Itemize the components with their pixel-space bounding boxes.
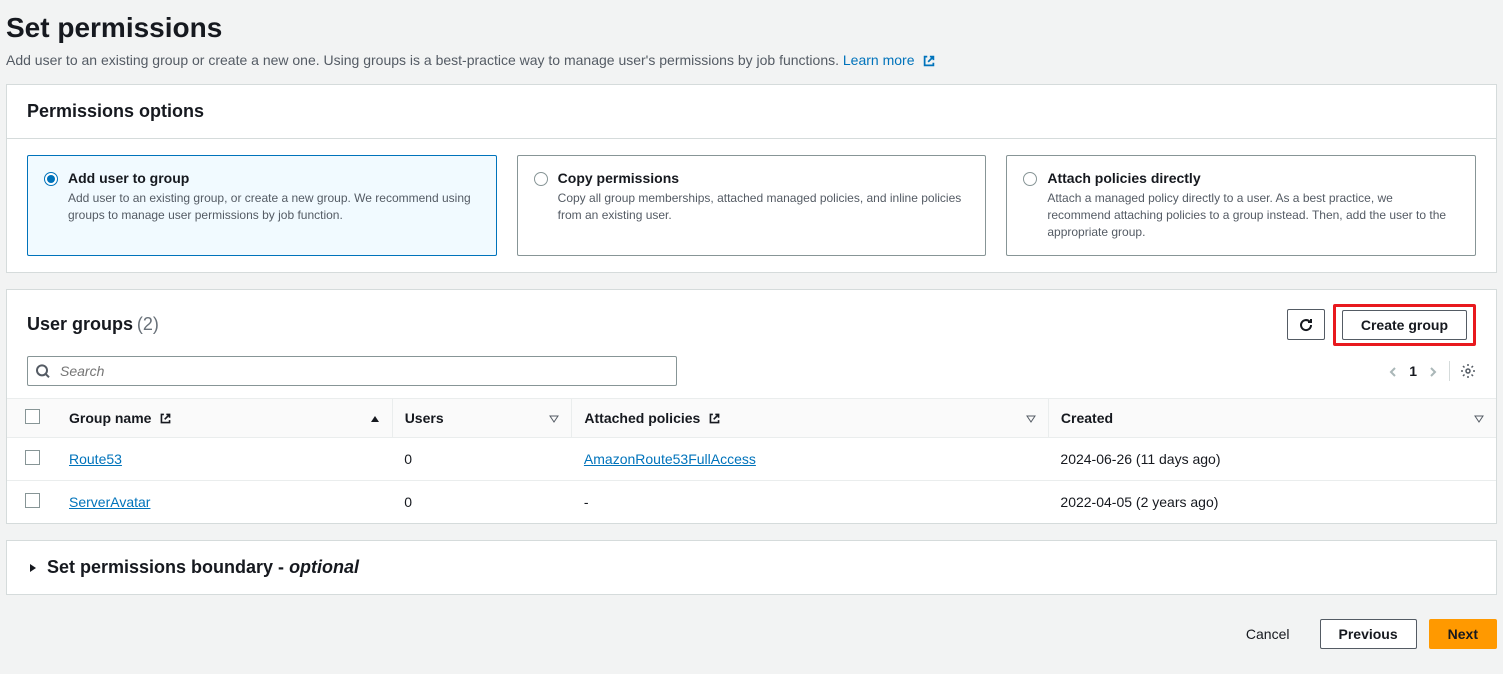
radio-add-user-to-group[interactable]	[44, 172, 58, 186]
col-attached-policies[interactable]: Attached policies	[572, 398, 1049, 437]
cell-created: 2024-06-26 (11 days ago)	[1048, 437, 1496, 480]
permissions-boundary-panel[interactable]: Set permissions boundary - optional	[6, 540, 1497, 595]
page-prev-icon[interactable]	[1387, 363, 1399, 379]
refresh-icon	[1298, 316, 1314, 332]
page-number: 1	[1409, 363, 1417, 379]
group-name-link[interactable]: ServerAvatar	[69, 494, 150, 510]
external-link-icon	[922, 54, 936, 68]
next-button[interactable]: Next	[1429, 619, 1497, 649]
col-label: Attached policies	[584, 410, 700, 426]
previous-button[interactable]: Previous	[1320, 619, 1417, 649]
col-label: Group name	[69, 410, 151, 426]
radio-copy-permissions[interactable]	[534, 172, 548, 186]
expand-icon	[27, 557, 39, 578]
create-group-button[interactable]: Create group	[1342, 310, 1467, 340]
subtitle-text: Add user to an existing group or create …	[6, 52, 839, 68]
col-label: Users	[405, 410, 444, 426]
group-name-link[interactable]: Route53	[69, 451, 122, 467]
col-created[interactable]: Created	[1048, 398, 1496, 437]
search-icon	[35, 362, 51, 379]
refresh-button[interactable]	[1287, 309, 1325, 340]
options-row: Add user to group Add user to an existin…	[27, 155, 1476, 255]
col-users[interactable]: Users	[392, 398, 572, 437]
page-title: Set permissions	[6, 12, 1497, 44]
select-all-checkbox[interactable]	[25, 409, 40, 424]
user-groups-panel: User groups (2) Create group	[6, 289, 1497, 524]
external-link-icon	[708, 412, 721, 425]
page-next-icon[interactable]	[1427, 363, 1439, 379]
radio-attach-policies-directly[interactable]	[1023, 172, 1037, 186]
gear-icon[interactable]	[1460, 362, 1476, 379]
option-add-user-to-group[interactable]: Add user to group Add user to an existin…	[27, 155, 497, 255]
permissions-options-title: Permissions options	[27, 101, 1476, 122]
cell-policies: -	[572, 480, 1049, 523]
user-groups-table: Group name Users	[7, 398, 1496, 523]
filter-icon	[1026, 410, 1036, 426]
external-link-icon	[159, 412, 172, 425]
cancel-button[interactable]: Cancel	[1228, 620, 1308, 648]
user-groups-header: User groups (2) Create group	[7, 290, 1496, 356]
option-title: Add user to group	[68, 170, 480, 186]
row-checkbox[interactable]	[25, 450, 40, 465]
option-desc: Add user to an existing group, or create…	[68, 190, 480, 224]
col-label: Created	[1061, 410, 1113, 426]
filter-icon	[1474, 410, 1484, 426]
sort-asc-icon	[370, 410, 380, 426]
learn-more-link[interactable]: Learn more	[843, 52, 936, 68]
option-title: Attach policies directly	[1047, 170, 1459, 186]
policy-link[interactable]: AmazonRoute53FullAccess	[584, 451, 756, 467]
cell-created: 2022-04-05 (2 years ago)	[1048, 480, 1496, 523]
filter-icon	[549, 410, 559, 426]
pager: 1	[1387, 361, 1476, 381]
table-row: ServerAvatar 0 - 2022-04-05 (2 years ago…	[7, 480, 1496, 523]
user-groups-count: (2)	[137, 314, 159, 334]
search-box	[27, 356, 677, 386]
option-copy-permissions[interactable]: Copy permissions Copy all group membersh…	[517, 155, 987, 255]
option-desc: Copy all group memberships, attached man…	[558, 190, 970, 224]
permissions-options-header: Permissions options	[7, 85, 1496, 139]
user-groups-title: User groups	[27, 314, 133, 334]
search-input[interactable]	[27, 356, 677, 386]
permissions-options-panel: Permissions options Add user to group Ad…	[6, 84, 1497, 272]
footer: Cancel Previous Next	[6, 615, 1497, 659]
pager-divider	[1449, 361, 1450, 381]
cell-users: 0	[392, 437, 572, 480]
row-checkbox[interactable]	[25, 493, 40, 508]
option-title: Copy permissions	[558, 170, 970, 186]
learn-more-label: Learn more	[843, 52, 915, 68]
boundary-title-text: Set permissions boundary -	[47, 557, 289, 577]
cell-users: 0	[392, 480, 572, 523]
page-subtitle: Add user to an existing group or create …	[6, 52, 1497, 68]
option-attach-policies-directly[interactable]: Attach policies directly Attach a manage…	[1006, 155, 1476, 255]
create-group-highlight: Create group	[1333, 304, 1476, 346]
col-group-name[interactable]: Group name	[57, 398, 392, 437]
boundary-title-optional: optional	[289, 557, 359, 577]
table-row: Route53 0 AmazonRoute53FullAccess 2024-0…	[7, 437, 1496, 480]
option-desc: Attach a managed policy directly to a us…	[1047, 190, 1459, 240]
